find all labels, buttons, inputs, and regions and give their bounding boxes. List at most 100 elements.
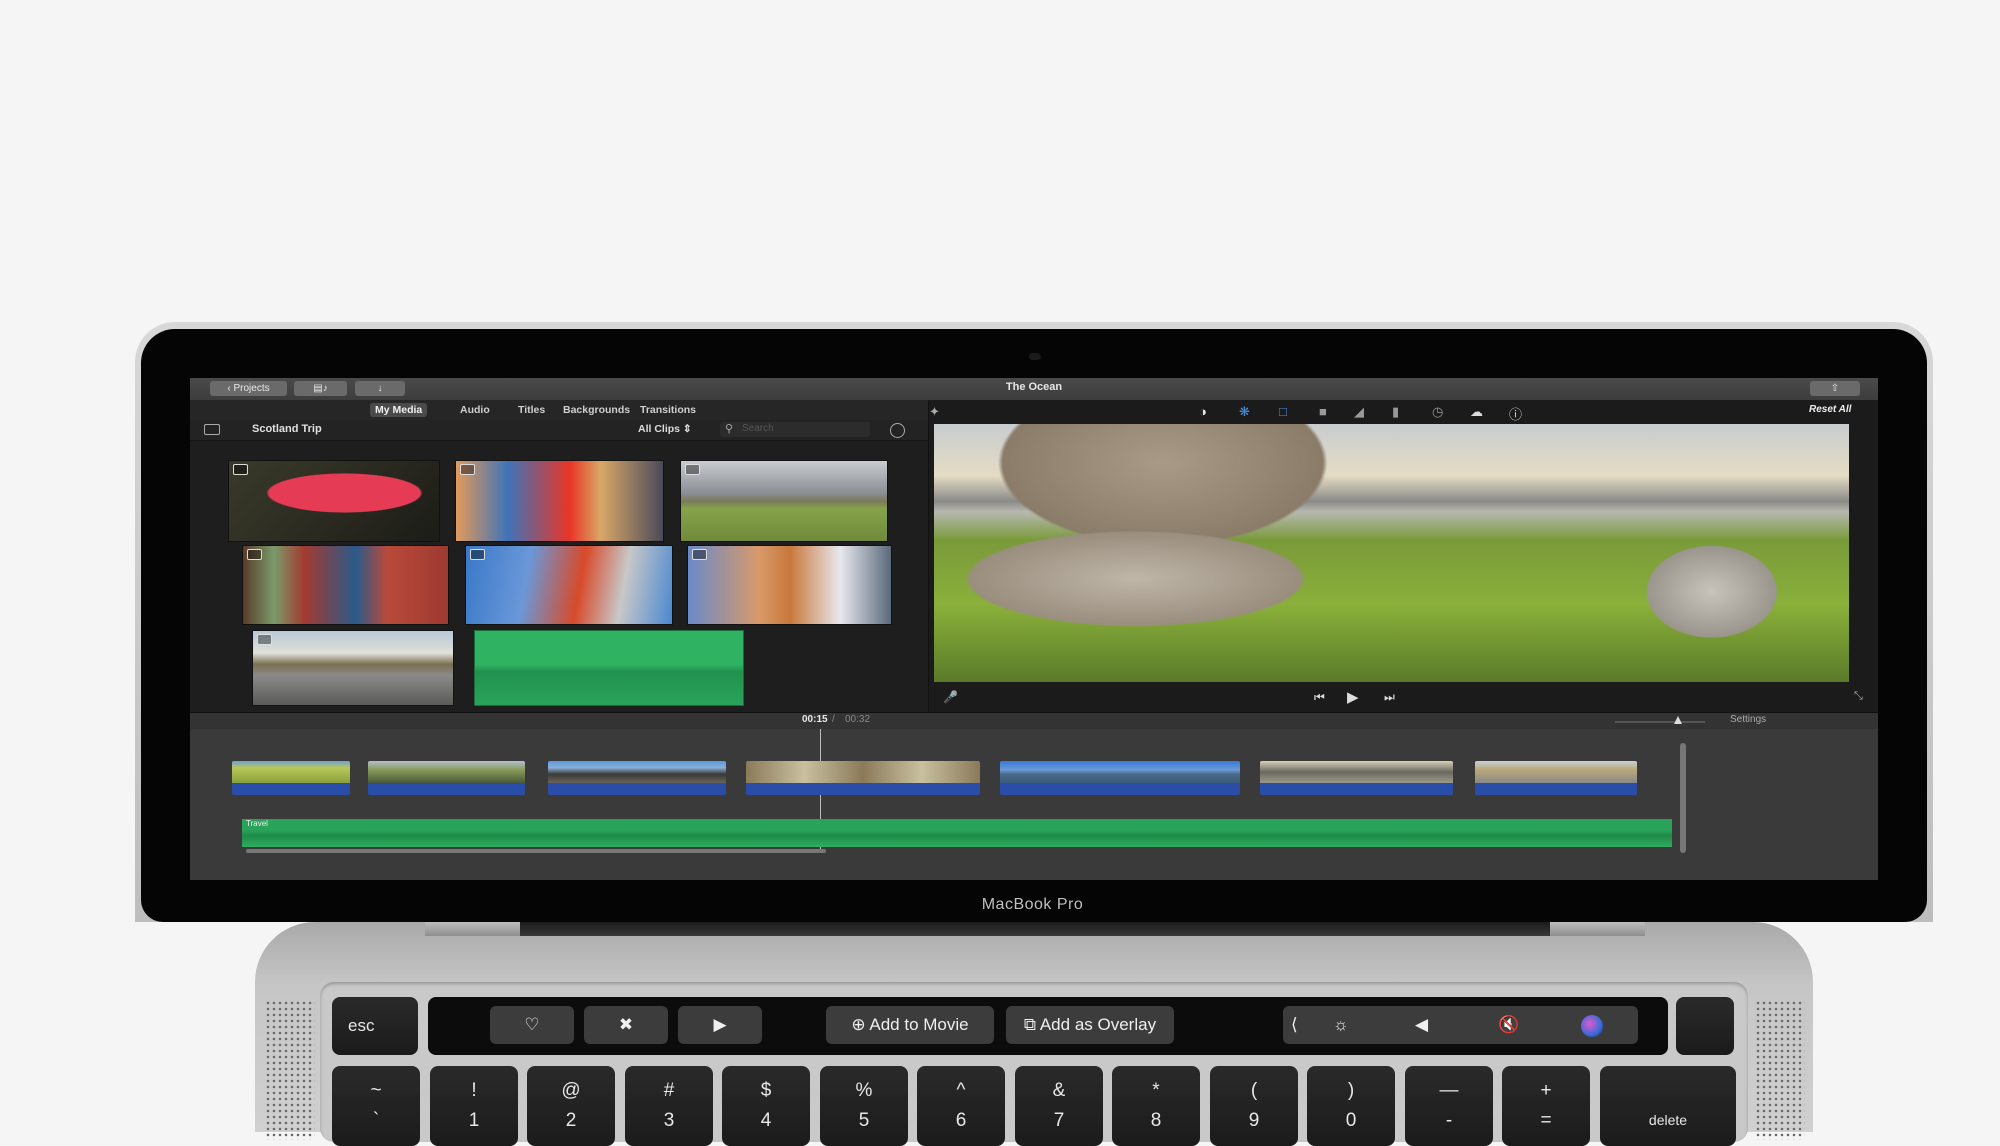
key-8[interactable]: * 8	[1112, 1066, 1200, 1146]
key-3[interactable]: #3	[625, 1066, 713, 1146]
timeline-clip-rocky-coast[interactable]	[548, 761, 726, 795]
clip-filter-icon[interactable]: ☁	[1470, 404, 1483, 420]
media-item-woman-red-room[interactable]	[242, 545, 449, 625]
timeline-clip-grass-hills[interactable]	[232, 761, 350, 795]
plus-circle-icon: ⊕	[851, 1015, 870, 1034]
color-balance-icon[interactable]: ◑	[1199, 404, 1207, 419]
key-4[interactable]: $4	[722, 1066, 810, 1146]
library-name: Scotland Trip	[252, 423, 322, 435]
stabilization-icon[interactable]: ■	[1319, 404, 1327, 419]
play-icon[interactable]: ▶	[1347, 688, 1359, 706]
play-icon: ▶	[713, 1015, 727, 1034]
key-shift-label: &	[1052, 1080, 1066, 1101]
view-options-icon[interactable]	[890, 423, 905, 438]
timeline-settings-button[interactable]: Settings	[1730, 714, 1766, 725]
media-item-rocky-shore[interactable]	[252, 630, 454, 706]
key-1[interactable]: ! 1	[430, 1066, 518, 1146]
key-5[interactable]: % 5	[820, 1066, 908, 1146]
timeline-clip-moor-landscape[interactable]	[368, 761, 525, 795]
skip-forward-icon[interactable]: ⏭	[1384, 690, 1395, 705]
media-item-friends-group[interactable]	[455, 460, 664, 542]
media-item-red-leaf[interactable]	[228, 460, 440, 542]
tab-titles[interactable]: Titles	[513, 403, 550, 417]
add-as-overlay-button[interactable]: ⧉ Add as Overlay	[1006, 1006, 1174, 1044]
search-input[interactable]: ⚲ Search	[720, 422, 870, 437]
key-7[interactable]: & 7	[1015, 1066, 1103, 1146]
reset-all-button[interactable]: Reset All	[1809, 404, 1851, 415]
sidebar-toggle-icon[interactable]	[204, 424, 220, 435]
timeline-clip-ocean-lake[interactable]	[1000, 761, 1240, 795]
siri-icon[interactable]	[1581, 1015, 1603, 1037]
skip-back-icon[interactable]: ⏮	[1314, 690, 1325, 705]
color-correction-icon[interactable]: ❋	[1239, 404, 1250, 420]
key-shift-label: %	[855, 1080, 873, 1101]
key-main-label: 5	[858, 1110, 870, 1131]
timeline-clip-rocky-beach[interactable]	[1260, 761, 1453, 795]
key-2[interactable]: @2	[527, 1066, 615, 1146]
key-main-label: 7	[1053, 1110, 1065, 1131]
share-button[interactable]: ⇧	[1810, 381, 1860, 396]
library-bar: Scotland Trip All Clips ⇕ ⚲ Search	[190, 420, 928, 441]
volume-icon[interactable]: ◀	[1415, 1006, 1428, 1044]
chevron-left-icon[interactable]: ⟨	[1291, 1006, 1298, 1044]
tab-backgrounds[interactable]: Backgrounds	[558, 403, 635, 417]
esc-key[interactable]: esc	[332, 997, 418, 1055]
audio-track-label: Travel	[246, 819, 268, 828]
timeline-clip-reflective-shore[interactable]	[1475, 761, 1637, 795]
tab-audio[interactable]: Audio	[455, 403, 495, 417]
speed-icon[interactable]: ◷	[1432, 404, 1443, 420]
key-9[interactable]: (9	[1210, 1066, 1298, 1146]
audio-track-travel[interactable]: Travel	[242, 819, 1672, 847]
camera-icon	[1029, 353, 1041, 360]
tab-transitions[interactable]: Transitions	[635, 403, 701, 417]
magic-wand-icon[interactable]: ✦	[929, 404, 940, 420]
key-shift-label: ^	[956, 1080, 966, 1101]
key-main-label: 8	[1150, 1110, 1162, 1131]
photo-icon	[692, 549, 707, 560]
share-icon: ⇧	[1830, 383, 1840, 394]
media-item-moorland-stream[interactable]	[680, 460, 888, 542]
horizontal-scrollbar[interactable]	[246, 849, 826, 853]
media-item-woman-profile[interactable]	[687, 545, 892, 625]
hinge-left	[425, 922, 520, 936]
reject-button[interactable]: ✖	[584, 1006, 668, 1044]
key-`[interactable]: ~ `	[332, 1066, 420, 1146]
favorite-button[interactable]: ♡	[490, 1006, 574, 1044]
key-0[interactable]: ) 0	[1307, 1066, 1395, 1146]
viewer-preview-image	[934, 424, 1849, 682]
hinge	[428, 922, 1640, 936]
mute-icon[interactable]: 🔇	[1498, 1006, 1519, 1044]
timeline-zoom-slider[interactable]	[1615, 716, 1705, 724]
touch-id-key[interactable]	[1676, 997, 1734, 1055]
crop-icon[interactable]: □	[1279, 404, 1287, 419]
heart-icon: ♡	[524, 1015, 540, 1034]
brightness-icon[interactable]: ☼	[1333, 1006, 1349, 1044]
photo-icon	[233, 464, 248, 475]
key-shift-label: $	[760, 1080, 772, 1101]
key-=[interactable]: + =	[1502, 1066, 1590, 1146]
play-button[interactable]: ▶	[678, 1006, 762, 1044]
key-main-label: 3	[663, 1110, 675, 1131]
equalizer-icon[interactable]: ▮	[1392, 404, 1399, 420]
media-item-audio-clip[interactable]	[474, 630, 744, 706]
timeline: 00:15 / 00:32 Settings Travel	[190, 712, 1878, 880]
key-shift-label: +	[1540, 1080, 1552, 1101]
photo-icon	[257, 634, 272, 645]
key-6[interactable]: ^ 6	[917, 1066, 1005, 1146]
current-time: 00:15	[802, 714, 828, 725]
delete-key[interactable]: delete	[1600, 1066, 1736, 1146]
key-shift-label: )	[1347, 1080, 1355, 1101]
voiceover-mic-icon[interactable]: 🎤	[943, 690, 958, 704]
info-icon[interactable]: ⓘ	[1509, 404, 1522, 423]
media-item-woman-ladder[interactable]	[465, 545, 673, 625]
key-main-label: 2	[565, 1110, 577, 1131]
add-to-movie-button[interactable]: ⊕ Add to Movie	[826, 1006, 994, 1044]
key--[interactable]: — -	[1405, 1066, 1493, 1146]
zoom-slider-knob[interactable]	[1674, 716, 1682, 724]
vertical-scrollbar[interactable]	[1680, 743, 1686, 853]
timeline-clip-rock-outcrop[interactable]	[746, 761, 980, 795]
tab-my-media[interactable]: My Media	[370, 403, 428, 417]
all-clips-filter[interactable]: All Clips ⇕	[638, 423, 692, 435]
fullscreen-icon[interactable]: ⤡	[1854, 690, 1863, 703]
volume-icon[interactable]: ◢	[1354, 404, 1364, 420]
